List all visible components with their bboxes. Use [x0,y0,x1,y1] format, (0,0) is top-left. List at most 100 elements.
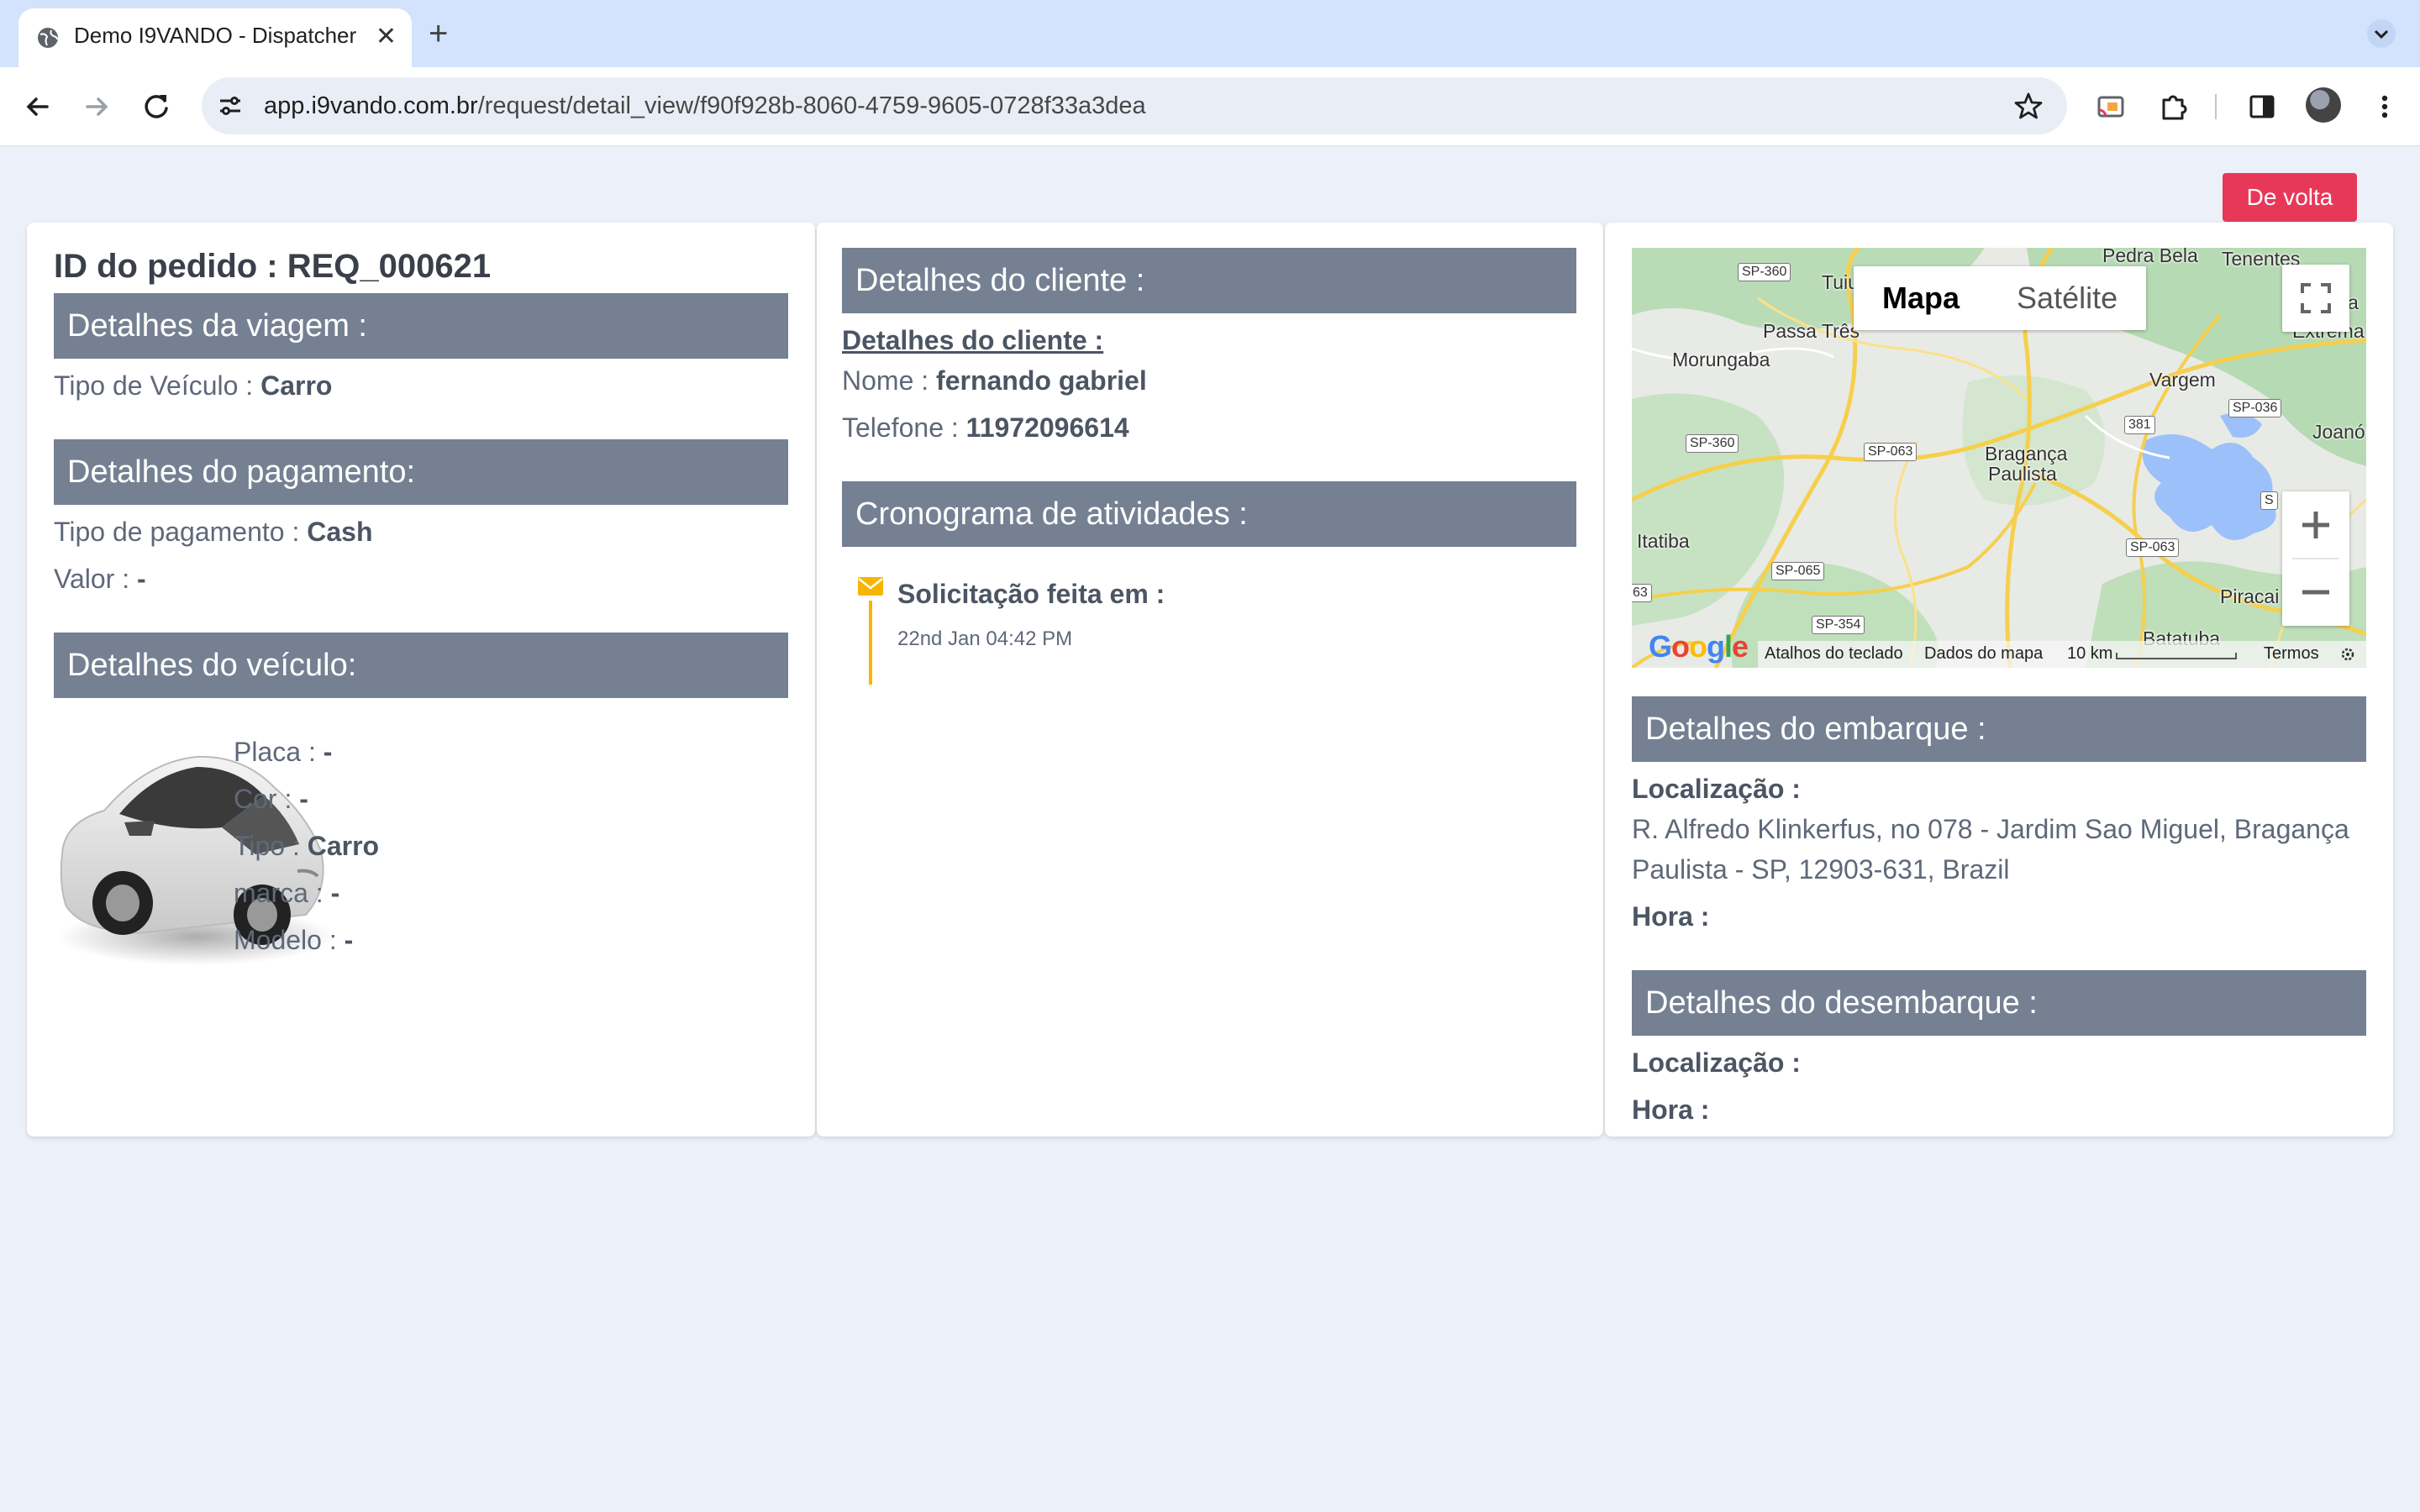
timeline-item-time: 22nd Jan 04:42 PM [897,627,1073,650]
amount-value: - [137,564,146,594]
road-shield-sp036: SP-036 [2228,399,2282,417]
toolbar-divider [2215,94,2217,119]
client-phone-row: Telefone : 11972096614 [842,412,1129,444]
pickup-location-label: Localização : [1632,774,1801,804]
type-row: Tipo : Carro [234,831,379,862]
type-value: Carro [307,831,380,861]
color-row: Cor : - [234,784,308,815]
trip-details-card: ID do pedido : REQ_000621 Detalhes da vi… [27,223,815,1137]
road-shield-sp360: SP-360 [1738,263,1791,281]
zoom-in-icon[interactable] [2282,491,2349,559]
pickup-time-label: Hora : [1632,901,1710,932]
pickup-details-heading: Detalhes do embarque : [1632,696,2366,762]
browser-tab[interactable]: Demo I9VANDO - Dispatcher ✕ [18,8,412,67]
new-tab-button[interactable]: + [429,17,448,50]
reload-icon[interactable] [138,87,176,126]
map-label-passa-tres: Passa Três [1763,320,1860,342]
road-shield-63: 63 [1632,584,1652,602]
amount-row: Valor : - [54,564,146,595]
map-scale-bar [2116,653,2237,659]
map-label-braganca: Bragança [1985,443,2068,465]
url-text[interactable]: app.i9vando.com.br/request/detail_view/f… [264,92,1146,120]
terms-link[interactable]: Termos [2264,644,2319,664]
site-info-icon[interactable] [217,92,244,119]
client-details-card: Detalhes do cliente : Detalhes do client… [817,223,1603,1137]
keyboard-shortcuts-link[interactable]: Atalhos do teclado [1765,644,1903,664]
plate-value: - [323,737,333,767]
type-label: Tipo : [234,831,308,861]
model-row: Modelo : - [234,925,353,956]
report-issue-icon[interactable] [2339,646,2356,663]
vehicle-type-row: Tipo de Veículo : Carro [54,370,332,402]
tab-search-icon[interactable] [2366,18,2396,49]
map-scale-label: 10 km [2067,644,2113,663]
model-label: Modelo : [234,925,345,955]
payment-type-label: Tipo de pagamento : [54,517,308,547]
back-button[interactable]: De volta [2223,173,2357,222]
road-shield-sp065: SP-065 [1771,562,1825,580]
zoom-out-icon[interactable] [2282,559,2349,626]
profile-avatar[interactable] [2306,87,2341,123]
brand-value: - [330,878,340,908]
fullscreen-button[interactable] [2282,265,2349,332]
client-name-row: Nome : fernando gabriel [842,365,1147,396]
map-view[interactable]: Pedra Bela Tenentes Tuiu Passa Três Extr… [1632,248,2366,668]
client-name-value: fernando gabriel [936,365,1147,396]
bookmark-star-icon[interactable] [2013,91,2044,121]
client-details-heading: Detalhes do cliente : [842,248,1576,313]
extensions-icon[interactable] [2156,90,2190,123]
color-label: Cor : [234,784,300,814]
dropoff-time-label: Hora : [1632,1095,1710,1125]
tab-title: Demo I9VANDO - Dispatcher [74,23,357,48]
cast-icon[interactable] [2094,90,2128,123]
trip-details-heading: Detalhes da viagem : [54,293,788,359]
map-type-map-button[interactable]: Mapa [1854,266,1988,330]
map-data-link[interactable]: Dados do mapa [1924,644,2043,664]
road-shield-sp360: SP-360 [1686,434,1739,453]
client-name-label: Nome : [842,365,937,396]
payment-details-heading: Detalhes do pagamento: [54,439,788,505]
client-details-link[interactable]: Detalhes do cliente : [842,325,1103,356]
menu-kebab-icon[interactable] [2368,90,2402,123]
back-arrow-icon[interactable] [18,87,57,126]
pickup-address-line2: Paulista - SP, 12903-631, Brazil [1632,854,2010,885]
map-label-pedra-bela: Pedra Bela [2102,248,2198,266]
client-phone-value: 11972096614 [965,412,1129,443]
envelope-icon [858,577,883,596]
forward-arrow-icon[interactable] [77,87,116,126]
order-id: ID do pedido : REQ_000621 [54,248,492,285]
timeline-line [869,601,872,685]
color-value: - [299,784,308,814]
plate-label: Placa : [234,737,324,767]
dropoff-location-label: Localização : [1632,1047,1801,1078]
amount-label: Valor : [54,564,137,594]
location-details-card: Pedra Bela Tenentes Tuiu Passa Três Extr… [1605,223,2393,1137]
pickup-address-line1: R. Alfredo Klinkerfus, no 078 - Jardim S… [1632,814,2349,844]
map-attribution: Atalhos do teclado Dados do mapa 10 km T… [1632,641,2366,668]
url-path: /request/detail_view/f90f928b-8060-4759-… [477,92,1146,119]
timeline-item-title: Solicitação feita em : [897,579,1165,609]
side-panel-icon[interactable] [2245,90,2279,123]
close-tab-icon[interactable]: ✕ [376,22,397,52]
map-type-control: Mapa Satélite [1854,266,2147,330]
payment-type-value: Cash [307,517,373,547]
plate-row: Placa : - [234,737,332,768]
globe-icon [38,28,58,48]
road-shield-sp063: SP-063 [2126,538,2180,557]
url-host: app.i9vando.com.br [264,92,478,119]
zoom-control [2282,491,2349,626]
dropoff-details-heading: Detalhes do desembarque : [1632,970,2366,1036]
brand-row: marca : - [234,878,339,909]
map-label-joano: Joanó [2312,421,2365,443]
map-type-satellite-button[interactable]: Satélite [1988,266,2146,330]
road-shield-sp063: SP-063 [1864,443,1918,461]
vehicle-details-heading: Detalhes do veículo: [54,633,788,698]
fullscreen-icon [2301,283,2331,313]
vehicle-type-label: Tipo de Veículo : [54,370,261,401]
model-value: - [344,925,354,955]
address-bar[interactable]: app.i9vando.com.br/request/detail_view/f… [202,77,2067,134]
browser-toolbar: app.i9vando.com.br/request/detail_view/f… [0,67,2420,146]
client-phone-label: Telefone : [842,412,966,443]
road-shield-381: 381 [2124,416,2155,434]
road-shield-s: S [2260,491,2278,510]
